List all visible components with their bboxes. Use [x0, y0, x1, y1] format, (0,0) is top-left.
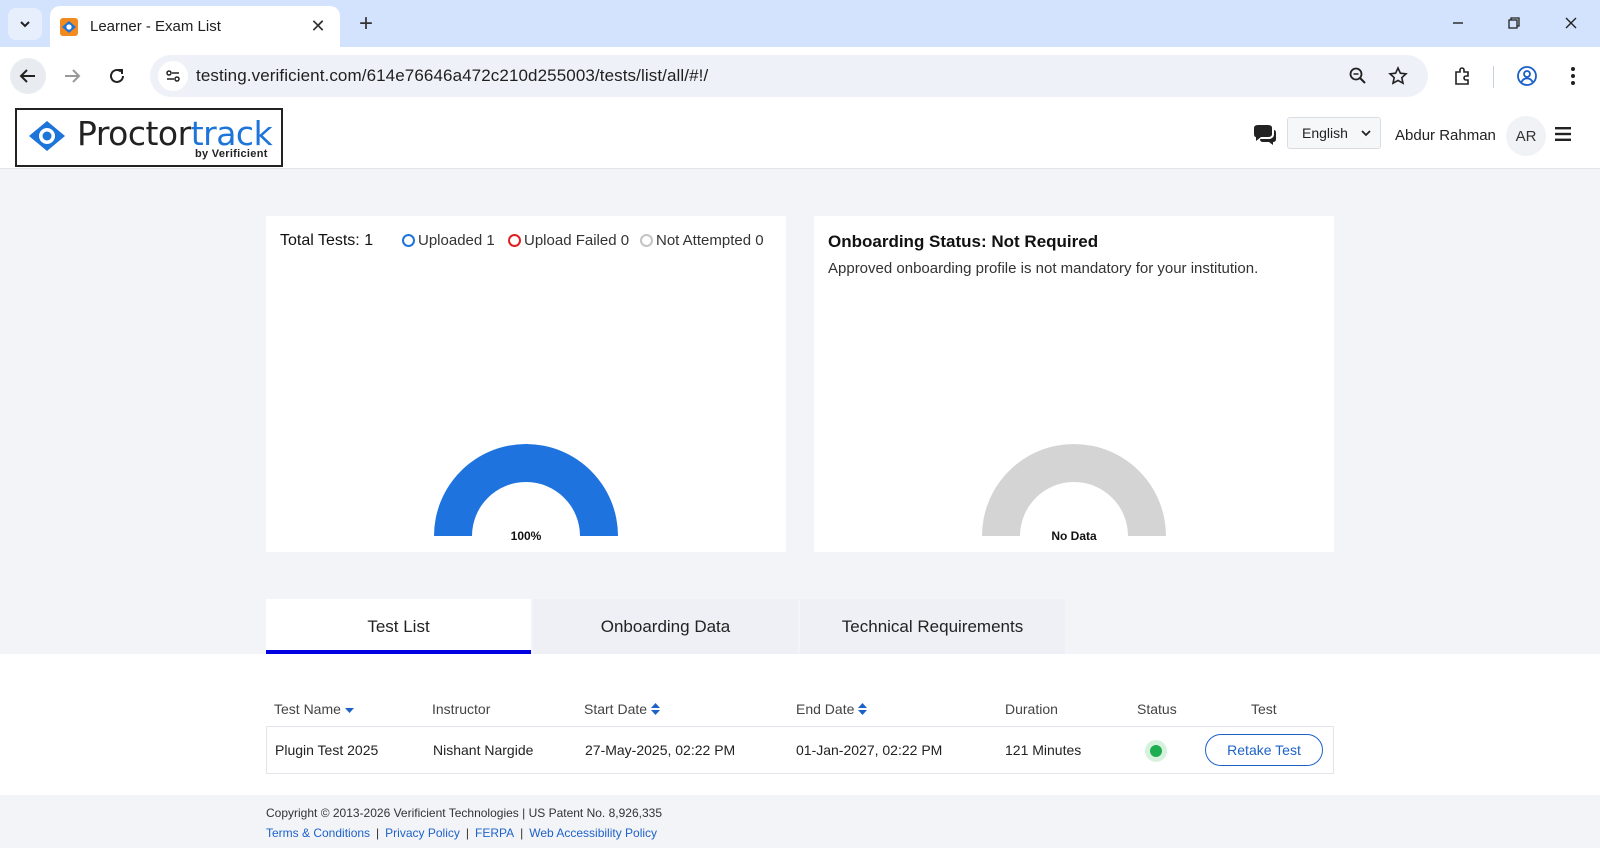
- legend-upload-failed-marker: [508, 234, 521, 247]
- profile-icon[interactable]: [1514, 63, 1540, 89]
- site-info-icon[interactable]: [158, 61, 188, 91]
- accessibility-policy-link[interactable]: Web Accessibility Policy: [529, 826, 657, 840]
- cell-test-name: Plugin Test 2025: [275, 742, 379, 758]
- forward-icon[interactable]: [54, 58, 90, 94]
- toolbar-separator: [1493, 66, 1494, 88]
- proctortrack-favicon-icon: [60, 17, 78, 36]
- language-value: English: [1302, 125, 1348, 141]
- close-tab-icon[interactable]: ✕: [304, 13, 332, 41]
- footer-separator: |: [465, 826, 469, 840]
- tab-title: Learner - Exam List: [90, 18, 221, 35]
- legend-not-attempted: Not Attempted 0: [640, 232, 764, 249]
- header-status: Status: [1137, 701, 1177, 717]
- tab-technical-requirements[interactable]: Technical Requirements: [800, 599, 1065, 654]
- footer-separator: |: [376, 826, 380, 840]
- header-end-date[interactable]: End Date: [796, 701, 868, 717]
- onboarding-status-card: Onboarding Status: Not Required Approved…: [814, 216, 1334, 552]
- header-start-date[interactable]: Start Date: [584, 701, 661, 717]
- legend-uploaded-label: Uploaded 1: [418, 232, 495, 249]
- header-test: Test: [1251, 701, 1277, 717]
- status-dot-icon: [1150, 745, 1162, 757]
- cell-duration: 121 Minutes: [1005, 742, 1082, 758]
- bookmark-star-icon[interactable]: [1386, 64, 1410, 88]
- status-indicator: [1145, 740, 1167, 762]
- sort-desc-icon: [344, 707, 354, 713]
- extensions-icon[interactable]: [1449, 63, 1475, 89]
- sort-icon: [858, 703, 868, 715]
- eye-logo-icon: [29, 121, 65, 151]
- ferpa-link[interactable]: FERPA: [475, 826, 514, 840]
- legend-not-attempted-marker: [640, 234, 653, 247]
- onboarding-description: Approved onboarding profile is not manda…: [828, 260, 1259, 277]
- browser-toolbar: testing.verificient.com/614e76646a472c21…: [0, 47, 1600, 105]
- hamburger-menu-icon[interactable]: [1555, 127, 1571, 141]
- zoom-icon[interactable]: [1346, 64, 1370, 88]
- terms-link[interactable]: Terms & Conditions: [266, 826, 370, 840]
- restore-icon[interactable]: [1494, 8, 1534, 38]
- table-row: Plugin Test 2025 Nishant Nargide 27-May-…: [266, 726, 1334, 774]
- legend-uploaded: Uploaded 1: [402, 232, 495, 249]
- header-instructor: Instructor: [432, 701, 491, 717]
- language-select[interactable]: English: [1287, 117, 1381, 149]
- legend-upload-failed: Upload Failed 0: [508, 232, 629, 249]
- retake-test-button[interactable]: Retake Test: [1205, 734, 1323, 766]
- logo-subtitle: by Verificient: [195, 148, 268, 160]
- user-name[interactable]: Abdur Rahman: [1395, 127, 1496, 144]
- url-text: testing.verificient.com/614e76646a472c21…: [196, 66, 709, 85]
- content-tabs: Test List Onboarding Data Technical Requ…: [266, 599, 1065, 654]
- chevron-down-icon: [1361, 130, 1371, 137]
- close-window-icon[interactable]: [1551, 8, 1591, 38]
- minimize-icon[interactable]: [1438, 8, 1478, 38]
- legend-not-attempted-label: Not Attempted 0: [656, 232, 764, 249]
- onboarding-status-title: Onboarding Status: Not Required: [828, 232, 1099, 251]
- footer-links: Terms & Conditions | Privacy Policy | FERP…: [266, 826, 657, 840]
- chevron-down-icon: [20, 21, 30, 28]
- gauge-no-data-label: No Data: [1051, 529, 1097, 543]
- sort-icon: [651, 703, 661, 715]
- tab-test-list[interactable]: Test List: [266, 599, 531, 654]
- cell-end-date: 01-Jan-2027, 02:22 PM: [796, 742, 943, 758]
- copyright-text: Copyright © 2013-2026 Verificient Techno…: [266, 806, 662, 820]
- browser-menu-icon[interactable]: [1560, 63, 1586, 89]
- cell-start-date: 27-May-2025, 02:22 PM: [585, 742, 736, 758]
- back-icon[interactable]: [10, 58, 46, 94]
- footer-separator: |: [520, 826, 524, 840]
- privacy-policy-link[interactable]: Privacy Policy: [385, 826, 460, 840]
- address-bar[interactable]: testing.verificient.com/614e76646a472c21…: [150, 55, 1428, 97]
- test-list-panel: Test Name Instructor Start Date End Date…: [0, 654, 1600, 795]
- upload-gauge: [434, 444, 618, 536]
- legend-uploaded-marker: [402, 234, 415, 247]
- browser-tab[interactable]: Learner - Exam List ✕: [50, 6, 340, 47]
- avatar[interactable]: AR: [1506, 116, 1546, 156]
- tab-onboarding-data[interactable]: Onboarding Data: [533, 599, 798, 654]
- total-tests-label: Total Tests: 1: [280, 232, 374, 249]
- cell-instructor: Nishant Nargide: [433, 742, 534, 758]
- browser-tab-bar: Learner - Exam List ✕ +: [0, 0, 1600, 47]
- chat-icon[interactable]: [1252, 124, 1278, 148]
- test-summary-card: Total Tests: 1 Uploaded 1 Upload Failed …: [266, 216, 786, 552]
- gauge-percent-label: 100%: [510, 529, 542, 543]
- legend-upload-failed-label: Upload Failed 0: [524, 232, 630, 249]
- tab-search-button[interactable]: [8, 8, 42, 40]
- onboarding-gauge: [982, 444, 1166, 536]
- new-tab-icon[interactable]: +: [352, 10, 380, 38]
- reload-icon[interactable]: [99, 58, 135, 94]
- app-header: Proctortrack by Verificient English Abdu…: [0, 105, 1600, 169]
- proctortrack-logo[interactable]: Proctortrack by Verificient: [15, 108, 283, 167]
- header-test-name[interactable]: Test Name: [274, 701, 354, 717]
- header-duration: Duration: [1005, 701, 1058, 717]
